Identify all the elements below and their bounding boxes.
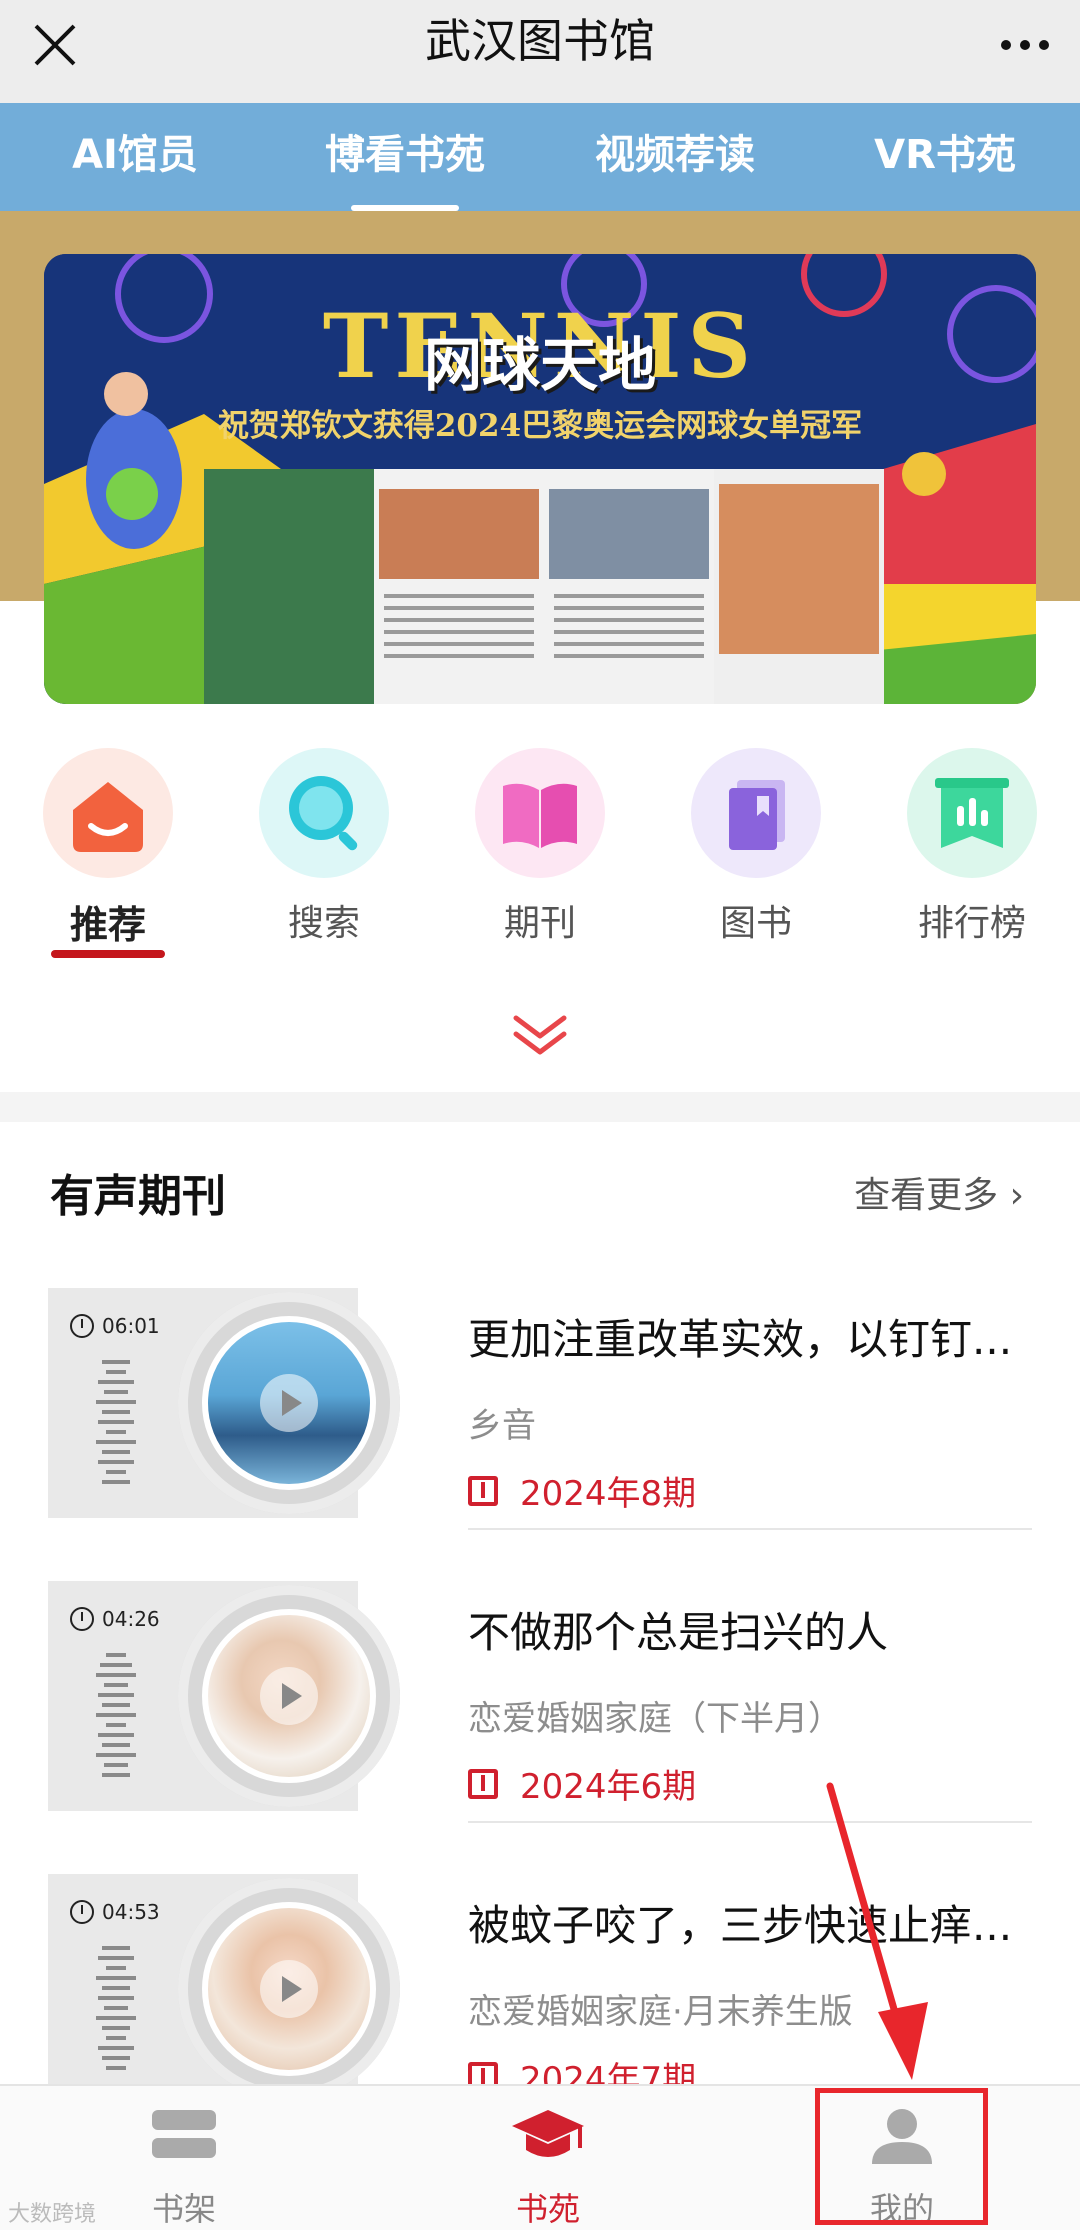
graduation-cap-icon — [512, 2110, 584, 2157]
category-journals[interactable]: 期刊 — [470, 748, 610, 946]
open-book-icon — [475, 748, 605, 878]
section-divider — [0, 1092, 1080, 1122]
category-label: 排行榜 — [917, 903, 1026, 944]
soundwave-icon — [96, 1653, 136, 1777]
book-icon — [468, 1475, 498, 1506]
clock-icon — [70, 1314, 94, 1338]
title-bar: 武汉图书馆 — [0, 0, 1080, 103]
search-icon — [259, 748, 389, 878]
duration: 04:26 — [70, 1607, 160, 1631]
item-divider — [468, 1528, 1032, 1530]
expand-chevron-icon[interactable] — [510, 1012, 570, 1058]
list-item[interactable]: 04:26 不做那个总是扫兴的人 恋爱婚姻家庭（下半月） 2024年6期 — [0, 1581, 1080, 1823]
play-icon[interactable] — [260, 1374, 318, 1432]
channel-tabs: AI馆员 博看书苑 视频荐读 VR书苑 — [0, 103, 1080, 211]
soundwave-icon — [96, 1360, 136, 1484]
banner-subtitle: 祝贺郑钦文获得2024巴黎奥运会网球女单冠军 — [217, 408, 863, 444]
annotation-highlight-box — [815, 2088, 988, 2225]
clock-icon — [70, 1900, 94, 1924]
item-title: 更加注重改革实效，以钉钉... — [468, 1315, 1013, 1364]
see-more-link[interactable]: 查看更多 › — [854, 1166, 1024, 1218]
home-icon — [43, 748, 173, 878]
item-issue: 2024年6期 — [468, 1759, 696, 1808]
item-title: 不做那个总是扫兴的人 — [468, 1608, 889, 1657]
banner-title: 网球天地 — [423, 331, 656, 399]
duration: 06:01 — [70, 1314, 160, 1338]
book-icon — [468, 1768, 498, 1799]
cover-disc — [178, 1292, 400, 1514]
category-ranking[interactable]: 排行榜 — [902, 748, 1042, 946]
see-more-label: 查看更多 — [854, 1175, 999, 1216]
tab-video-recommend[interactable]: 视频荐读 — [540, 103, 810, 211]
ranking-chart-icon — [907, 748, 1037, 878]
chevron-right-icon: › — [998, 1175, 1024, 1216]
nav-label: 书苑 — [515, 2190, 580, 2228]
category-recommend[interactable]: 推荐 — [38, 748, 178, 949]
page-title: 武汉图书馆 — [425, 14, 655, 68]
cover-disc — [178, 1878, 400, 2100]
duration-text: 06:01 — [102, 1314, 160, 1338]
play-icon[interactable] — [260, 1960, 318, 2018]
nav-bookshelf[interactable]: 书架 — [84, 2086, 284, 2230]
item-title: 被蚊子咬了，三步快速止痒... — [468, 1901, 1013, 1950]
tab-ai-librarian[interactable]: AI馆员 — [0, 103, 270, 211]
section-title: 有声期刊 — [50, 1171, 226, 1222]
watermark: 大数跨境 — [8, 2202, 97, 2227]
item-issue: 2024年8期 — [468, 1466, 696, 1515]
duration: 04:53 — [70, 1900, 160, 1924]
category-label: 期刊 — [503, 903, 576, 944]
list-item[interactable]: 06:01 更加注重改革实效，以钉钉... 乡音 2024年8期 — [0, 1288, 1080, 1530]
item-source: 恋爱婚姻家庭（下半月） — [468, 1699, 842, 1739]
audio-cover: 04:26 — [48, 1581, 400, 1811]
category-label: 搜索 — [287, 903, 360, 944]
duration-text: 04:26 — [102, 1607, 160, 1631]
category-books[interactable]: 图书 — [686, 748, 826, 946]
tab-bokan-shuyuan[interactable]: 博看书苑 — [270, 103, 540, 211]
nav-label: 书架 — [151, 2190, 216, 2228]
item-source: 恋爱婚姻家庭·月末养生版 — [468, 1992, 853, 2032]
books-icon — [691, 748, 821, 878]
item-divider — [468, 1821, 1032, 1823]
category-search[interactable]: 搜索 — [254, 748, 394, 946]
audio-cover: 06:01 — [48, 1288, 400, 1518]
issue-text: 2024年8期 — [520, 1474, 697, 1514]
item-source: 乡音 — [468, 1406, 536, 1446]
bookshelf-icon — [152, 2110, 216, 2158]
soundwave-icon — [96, 1946, 136, 2070]
annotation-arrow — [826, 1782, 928, 2080]
duration-text: 04:53 — [102, 1900, 160, 1924]
tab-vr-shuyuan[interactable]: VR书苑 — [810, 103, 1080, 211]
cover-disc — [178, 1585, 400, 1807]
nav-shuyuan[interactable]: 书苑 — [448, 2086, 648, 2230]
play-icon[interactable] — [260, 1667, 318, 1725]
banner-carousel[interactable]: TENNIS 网球天地 祝贺郑钦文获得2024巴黎奥运会网球女单冠军 — [44, 254, 1036, 704]
category-label: 推荐 — [69, 903, 146, 947]
active-category-indicator — [51, 950, 165, 958]
audio-cover: 04:53 — [48, 1874, 400, 2104]
more-horizontal-icon[interactable] — [994, 14, 1056, 76]
issue-text: 2024年6期 — [520, 1767, 697, 1807]
category-label: 图书 — [719, 903, 792, 944]
clock-icon — [70, 1607, 94, 1631]
